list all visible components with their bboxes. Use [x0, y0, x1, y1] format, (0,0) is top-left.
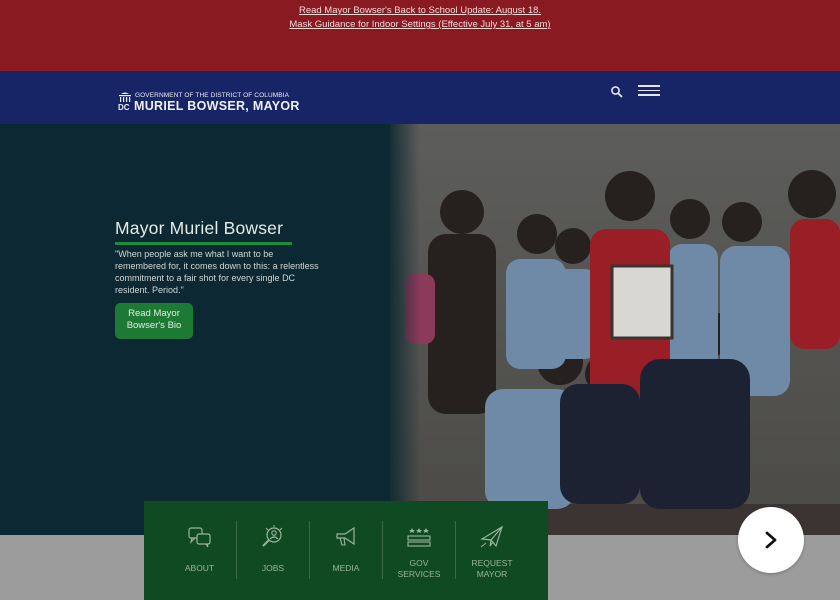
hero-quote: "When people ask me what I want to be re…	[115, 249, 319, 295]
capitol-dome-icon: DC	[118, 92, 131, 111]
read-bio-button[interactable]: Read Mayor Bowser's Bio	[115, 303, 193, 339]
hero-title: Mayor Muriel Bowser	[115, 218, 284, 238]
read-bio-button-line2: Bowser's Bio	[126, 320, 182, 331]
site-header: DC GOVERNMENT OF THE DISTRICT OF COLUMBI…	[0, 71, 840, 124]
next-slide-button[interactable]	[738, 507, 804, 573]
hero-title-underline	[115, 242, 292, 245]
quick-links-bar: ABOUT JOBS MEDIA GOV SERVICES REQUEST MA…	[144, 501, 548, 600]
svg-text:DC: DC	[118, 103, 130, 111]
alert-bar: Read Mayor Bowser's Back to School Updat…	[0, 0, 840, 71]
menu-button[interactable]	[638, 85, 660, 99]
quick-link-request-mayor[interactable]: REQUEST MAYOR	[455, 521, 528, 579]
paper-plane-icon	[480, 525, 504, 548]
chevron-right-icon	[765, 531, 777, 549]
hamburger-menu-icon	[638, 85, 660, 87]
hero-section: Mayor Muriel Bowser "When people ask me …	[0, 124, 840, 535]
search-icon	[611, 86, 623, 98]
speech-bubbles-icon	[187, 527, 211, 548]
dc-flag-icon	[407, 528, 431, 547]
quick-link-media[interactable]: MEDIA	[309, 521, 382, 579]
back-to-school-link[interactable]: Read Mayor Bowser's Back to School Updat…	[0, 4, 840, 18]
mask-guidance-link[interactable]: Mask Guidance for Indoor Settings (Effec…	[0, 18, 840, 32]
logo-government-text: GOVERNMENT OF THE DISTRICT OF COLUMBIA	[135, 92, 290, 99]
magnifier-person-icon	[262, 525, 283, 547]
read-bio-button-line1: Read Mayor	[128, 308, 180, 319]
quick-link-about[interactable]: ABOUT	[163, 521, 236, 579]
search-button[interactable]	[610, 85, 624, 99]
megaphone-icon	[336, 526, 355, 546]
quick-link-gov-services[interactable]: GOV SERVICES	[382, 521, 455, 579]
logo-mayor-text: MURIEL BOWSER, MAYOR	[134, 99, 300, 113]
quick-link-jobs[interactable]: JOBS	[236, 521, 309, 579]
